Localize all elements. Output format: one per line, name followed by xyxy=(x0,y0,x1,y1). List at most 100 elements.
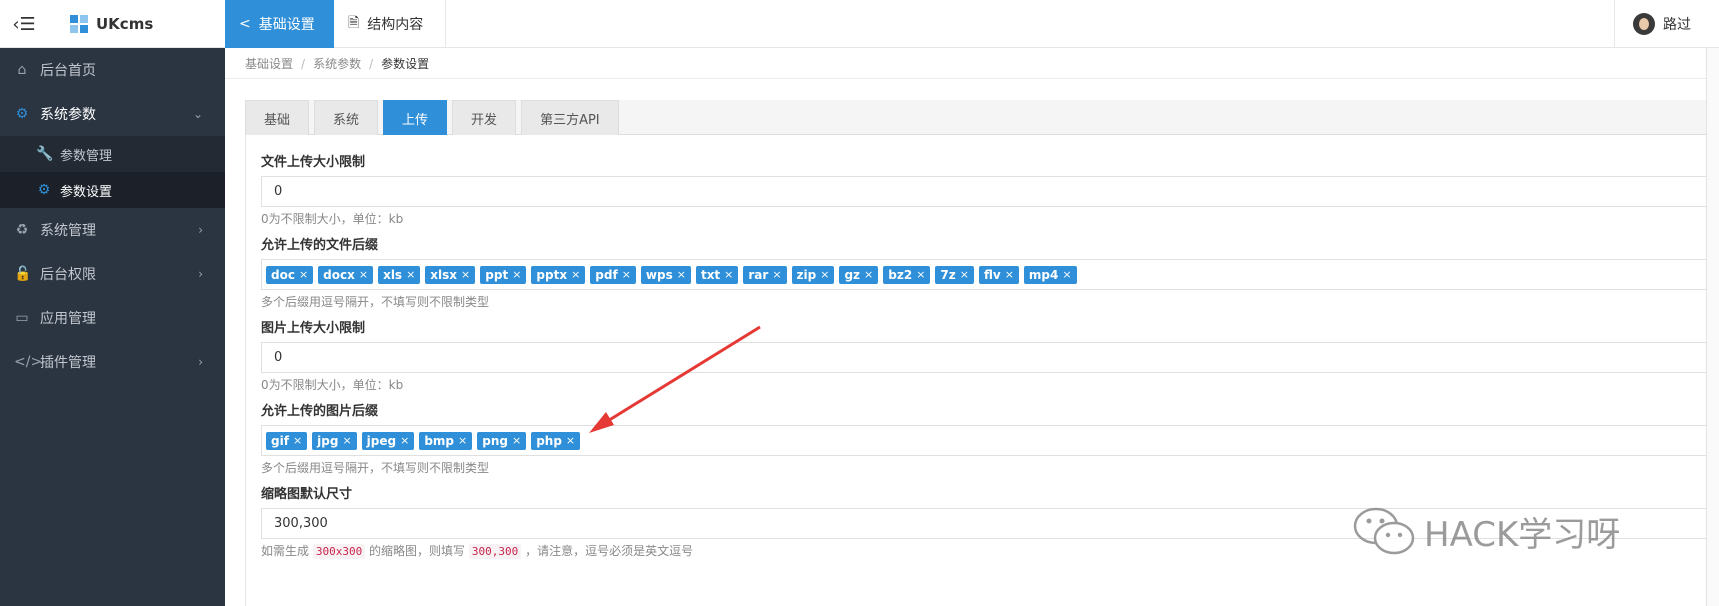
remove-tag-icon[interactable]: × xyxy=(1062,268,1071,281)
sidebar-toggle-button[interactable]: ‹☰ xyxy=(0,0,48,48)
sidebar-item-label: 插件管理 xyxy=(40,355,96,371)
wechat-icon xyxy=(1353,507,1415,555)
sidebar-item-plugin-manage[interactable]: </> 插件管理 › xyxy=(0,340,225,384)
menu-collapse-icon: ‹☰ xyxy=(12,13,36,35)
remove-tag-icon[interactable]: × xyxy=(1005,268,1014,281)
tag-label: jpg xyxy=(317,433,339,448)
sidebar-item-dashboard[interactable]: ⌂ 后台首页 xyxy=(0,48,225,92)
remove-tag-icon[interactable]: × xyxy=(622,268,631,281)
sidebar-item-system-params[interactable]: ⚙ 系统参数 ⌄ xyxy=(0,92,225,136)
ext-tag: rar × xyxy=(743,265,787,284)
remove-tag-icon[interactable]: × xyxy=(960,268,969,281)
help-text: 如需生成 xyxy=(261,544,310,558)
tab-third-party-api[interactable]: 第三方API xyxy=(521,100,619,135)
remove-tag-icon[interactable]: × xyxy=(916,268,925,281)
user-name: 路过 xyxy=(1663,17,1691,33)
field-label: 允许上传的图片后缀 xyxy=(261,404,379,419)
remove-tag-icon[interactable]: × xyxy=(406,268,415,281)
remove-tag-icon[interactable]: × xyxy=(820,268,829,281)
tab-basic[interactable]: 基础 xyxy=(245,100,310,135)
cogs-icon: ⚙ xyxy=(15,106,29,122)
remove-tag-icon[interactable]: × xyxy=(458,434,467,447)
remove-tag-icon[interactable]: × xyxy=(359,268,368,281)
help-text: 的缩略图，则填写 xyxy=(369,544,466,558)
ext-tag: gif × xyxy=(266,431,308,450)
remove-tag-icon[interactable]: × xyxy=(400,434,409,447)
breadcrumb-link[interactable]: 基础设置 xyxy=(245,55,293,72)
sidebar-item-param-manage[interactable]: 🔧 参数管理 xyxy=(0,136,225,172)
image-ext-tags-input[interactable]: gif × jpg × jpeg × bmp × png × php × xyxy=(261,425,1719,456)
ext-tag: xls × xyxy=(378,265,421,284)
tab-upload[interactable]: 上传 xyxy=(383,100,448,135)
tag-label: gz xyxy=(844,267,861,282)
sidebar-item-permissions[interactable]: 🔓 后台权限 › xyxy=(0,252,225,296)
remove-tag-icon[interactable]: × xyxy=(299,268,308,281)
remove-tag-icon[interactable]: × xyxy=(566,434,575,447)
breadcrumb-separator: / xyxy=(369,56,374,71)
tag-label: xlsx xyxy=(430,267,458,282)
field-label: 允许上传的文件后缀 xyxy=(261,238,379,253)
remove-tag-icon[interactable]: × xyxy=(461,268,470,281)
remove-tag-icon[interactable]: × xyxy=(293,434,302,447)
remove-tag-icon[interactable]: × xyxy=(512,434,521,447)
drive-icon: ▭ xyxy=(15,310,29,326)
image-size-input[interactable]: 0 xyxy=(261,342,1719,373)
sidebar-item-label: 后台首页 xyxy=(40,63,96,79)
field-help: 多个后缀用逗号隔开，不填写则不限制类型 xyxy=(261,461,490,475)
tab-system[interactable]: 系统 xyxy=(314,100,379,135)
breadcrumb-separator: / xyxy=(301,56,306,71)
tag-label: xls xyxy=(383,267,403,282)
remove-tag-icon[interactable]: × xyxy=(342,434,351,447)
top-tab-structure-content[interactable]: 🗎 结构内容 xyxy=(334,0,446,48)
remove-tag-icon[interactable]: × xyxy=(864,268,873,281)
avatar xyxy=(1633,13,1655,35)
remove-tag-icon[interactable]: × xyxy=(512,268,521,281)
ext-tag: jpg × xyxy=(312,431,357,450)
user-menu[interactable]: 路过 xyxy=(1614,0,1704,48)
top-tab-basic-settings[interactable]: < 基础设置 xyxy=(225,0,334,48)
tag-label: pdf xyxy=(595,267,618,282)
help-text: ，请注意，逗号必须是英文逗号 xyxy=(525,544,694,558)
sidebar-item-label: 后台权限 xyxy=(40,267,96,283)
help-code: 300x300 xyxy=(312,544,366,559)
tag-label: mp4 xyxy=(1028,267,1059,282)
breadcrumb-link[interactable]: 系统参数 xyxy=(313,55,361,72)
brand[interactable]: UKcms xyxy=(70,0,153,48)
remove-tag-icon[interactable]: × xyxy=(772,268,781,281)
top-bar: ‹☰ UKcms < 基础设置 🗎 结构内容 路过 xyxy=(0,0,1719,48)
sidebar-item-param-settings[interactable]: ⚙ 参数设置 xyxy=(0,172,225,208)
image-size-field: 图片上传大小限制 0 0为不限制大小，单位：kb xyxy=(261,317,1719,393)
gear-icon: ⚙ xyxy=(37,182,51,198)
scrollbar[interactable] xyxy=(1706,48,1719,606)
sidebar-item-system-manage[interactable]: ♻ 系统管理 › xyxy=(0,208,225,252)
breadcrumb-current: 参数设置 xyxy=(381,57,430,71)
file-size-input[interactable]: 0 xyxy=(261,176,1719,207)
tag-label: bz2 xyxy=(888,267,913,282)
image-ext-field: 允许上传的图片后缀 gif × jpg × jpeg × bmp × png × php × 多个后缀… xyxy=(261,400,1719,476)
tab-develop[interactable]: 开发 xyxy=(452,100,517,135)
unlock-icon: 🔓 xyxy=(14,266,32,282)
code-icon: </> xyxy=(14,354,43,370)
ext-tag: png × xyxy=(477,431,527,450)
logo-icon xyxy=(70,15,88,33)
tag-label: docx xyxy=(323,267,355,282)
sidebar-item-label: 参数管理 xyxy=(60,148,113,164)
chevron-right-icon: › xyxy=(198,355,203,369)
recycle-icon: ♻ xyxy=(15,222,29,238)
remove-tag-icon[interactable]: × xyxy=(571,268,580,281)
remove-tag-icon[interactable]: × xyxy=(677,268,686,281)
sidebar-submenu: 🔧 参数管理 ⚙ 参数设置 xyxy=(0,136,225,208)
ext-tag: bz2 × xyxy=(883,265,931,284)
sidebar: ⌂ 后台首页 ⚙ 系统参数 ⌄ 🔧 参数管理 ⚙ 参数设置 ♻ 系统管理 › 🔓… xyxy=(0,48,225,606)
brand-name: UKcms xyxy=(96,15,154,33)
remove-tag-icon[interactable]: × xyxy=(724,268,733,281)
tag-label: zip xyxy=(796,267,817,282)
sidebar-item-label: 系统参数 xyxy=(40,107,96,123)
top-tab-label: 基础设置 xyxy=(258,17,315,33)
ext-tag: 7z × xyxy=(935,265,974,284)
sidebar-item-app-manage[interactable]: ▭ 应用管理 xyxy=(0,296,225,340)
file-ext-tags-input[interactable]: doc × docx × xls × xlsx × ppt × pptx × pdf × wps × txt × r… xyxy=(261,259,1719,290)
breadcrumb: 基础设置 / 系统参数 / 参数设置 xyxy=(225,49,1719,79)
chevron-right-icon: › xyxy=(198,267,203,281)
tag-label: bmp xyxy=(424,433,455,448)
